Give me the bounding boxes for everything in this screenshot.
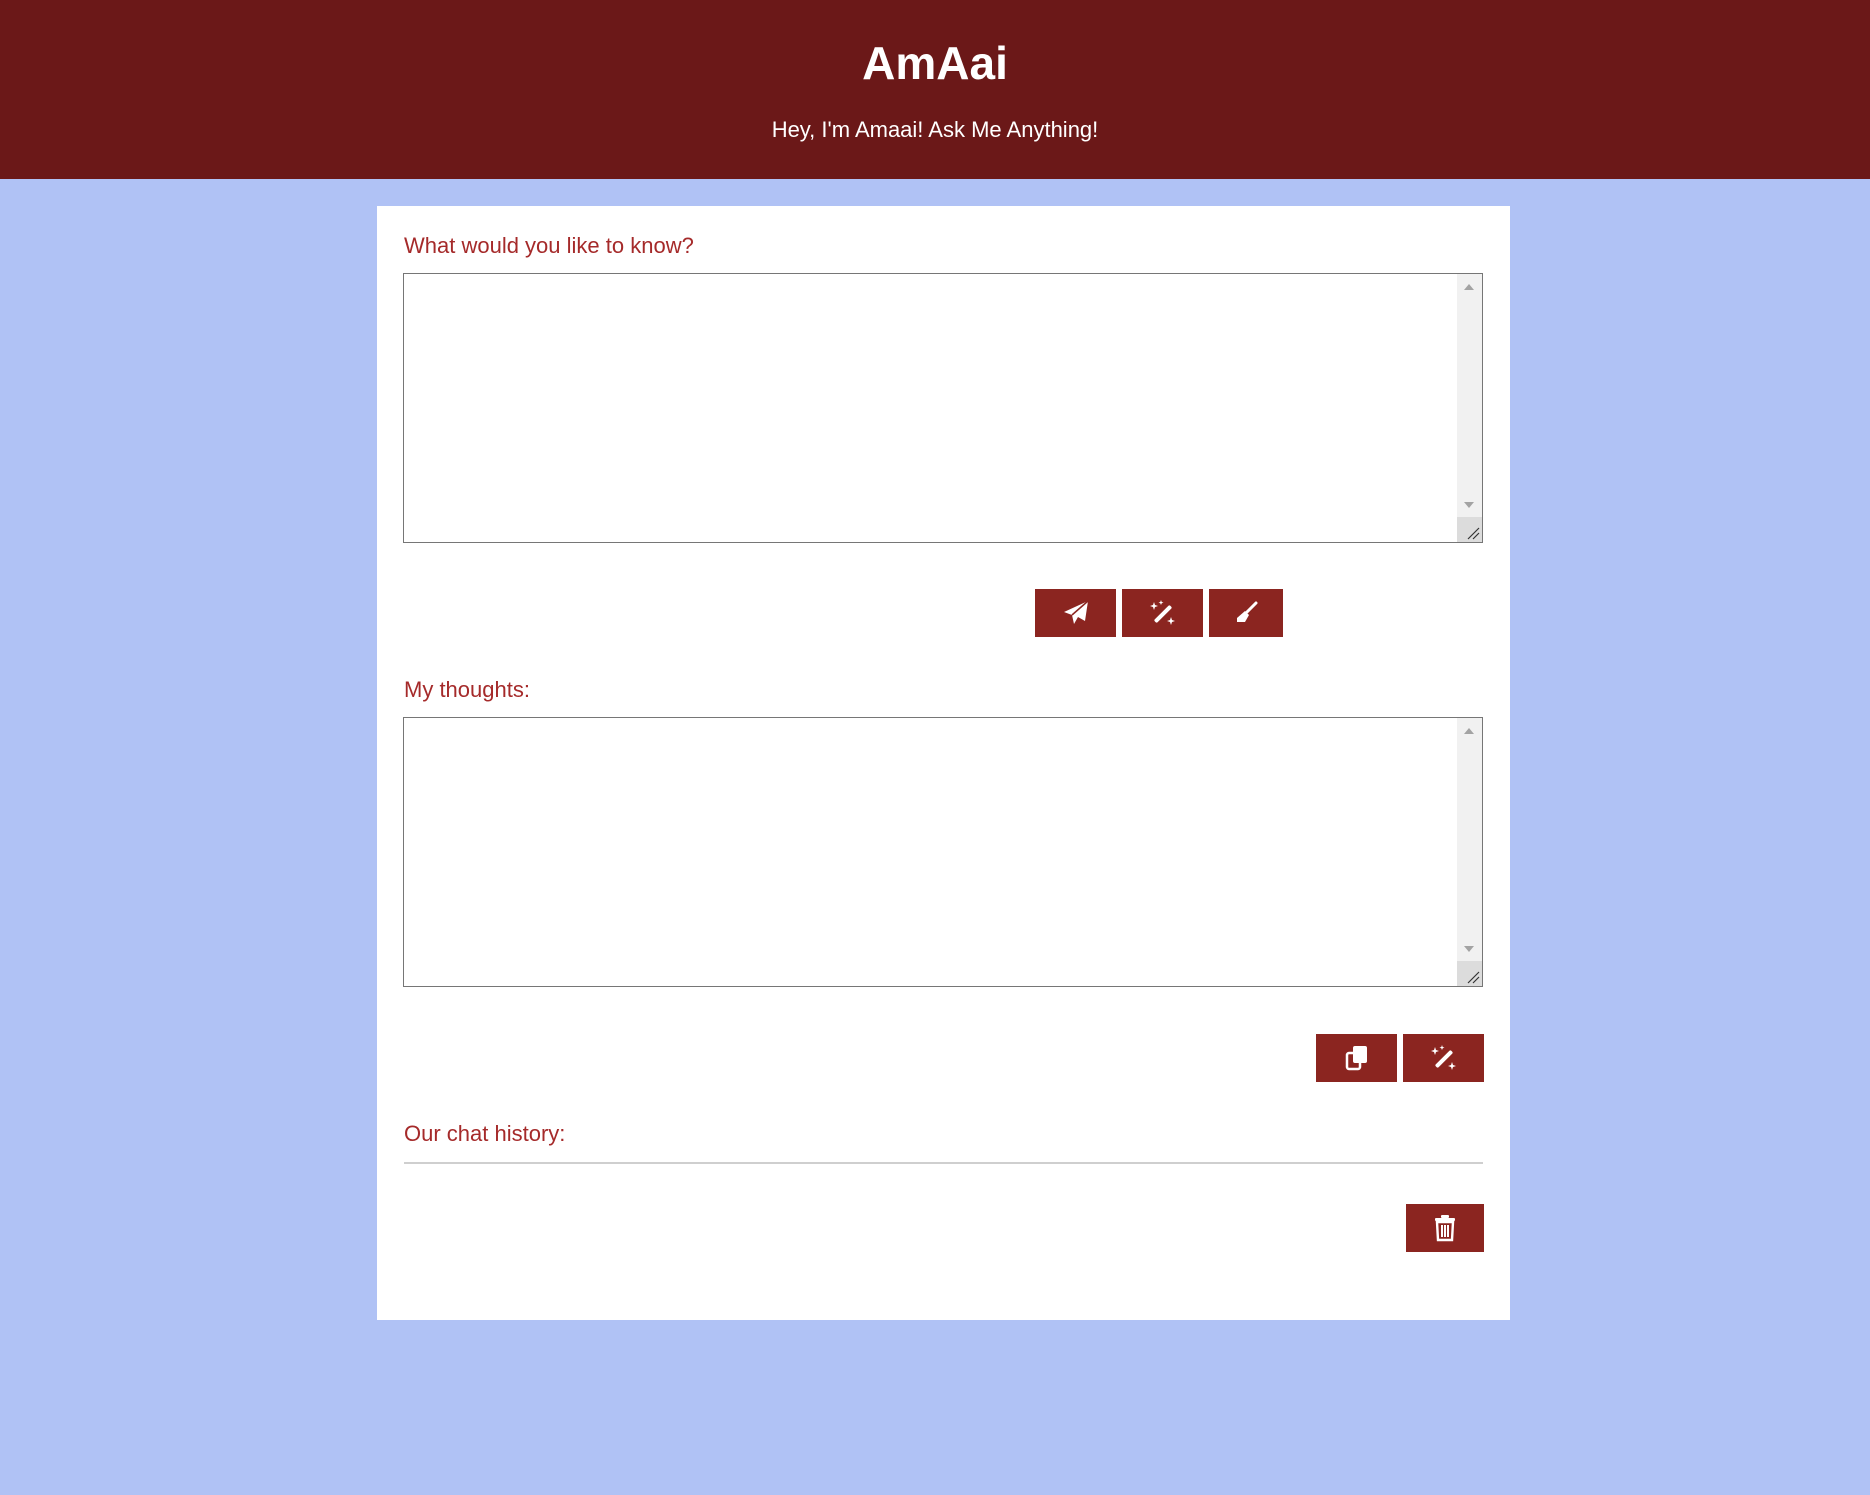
trash-icon bbox=[1435, 1215, 1455, 1242]
app-header: AmAai Hey, I'm Amaai! Ask Me Anything! bbox=[0, 0, 1870, 179]
question-textarea-container bbox=[403, 273, 1483, 543]
scroll-down-arrow-icon[interactable] bbox=[1464, 946, 1474, 952]
question-scrollbar[interactable] bbox=[1457, 274, 1482, 542]
history-label: Our chat history: bbox=[404, 1121, 566, 1146]
copy-icon bbox=[1345, 1046, 1367, 1071]
magic-wand-icon bbox=[1430, 1045, 1456, 1070]
main-card: What would you like to know? My thoughts… bbox=[377, 206, 1510, 1320]
delete-history-button[interactable] bbox=[1406, 1204, 1484, 1252]
scroll-up-arrow-icon[interactable] bbox=[1464, 728, 1474, 734]
thoughts-label: My thoughts: bbox=[404, 677, 530, 702]
enhance-question-button[interactable] bbox=[1122, 589, 1203, 637]
thoughts-textarea-container bbox=[403, 717, 1483, 987]
paper-plane-icon bbox=[1063, 600, 1088, 624]
scroll-up-arrow-icon[interactable] bbox=[1464, 284, 1474, 290]
magic-wand-icon bbox=[1149, 600, 1175, 625]
question-input[interactable] bbox=[404, 274, 1456, 542]
thoughts-output[interactable] bbox=[404, 718, 1456, 986]
clear-question-button[interactable] bbox=[1209, 589, 1283, 637]
resize-grip-icon[interactable] bbox=[1457, 517, 1482, 542]
app-subtitle: Hey, I'm Amaai! Ask Me Anything! bbox=[771, 117, 1099, 142]
enhance-thoughts-button[interactable] bbox=[1403, 1034, 1484, 1082]
history-divider bbox=[404, 1162, 1483, 1164]
thoughts-scrollbar[interactable] bbox=[1457, 718, 1482, 986]
copy-thoughts-button[interactable] bbox=[1316, 1034, 1397, 1082]
resize-grip-icon[interactable] bbox=[1457, 961, 1482, 986]
app-title: AmAai bbox=[862, 37, 1008, 89]
scroll-down-arrow-icon[interactable] bbox=[1464, 502, 1474, 508]
broom-icon bbox=[1237, 601, 1258, 622]
question-label: What would you like to know? bbox=[404, 233, 694, 258]
send-button[interactable] bbox=[1035, 589, 1116, 637]
